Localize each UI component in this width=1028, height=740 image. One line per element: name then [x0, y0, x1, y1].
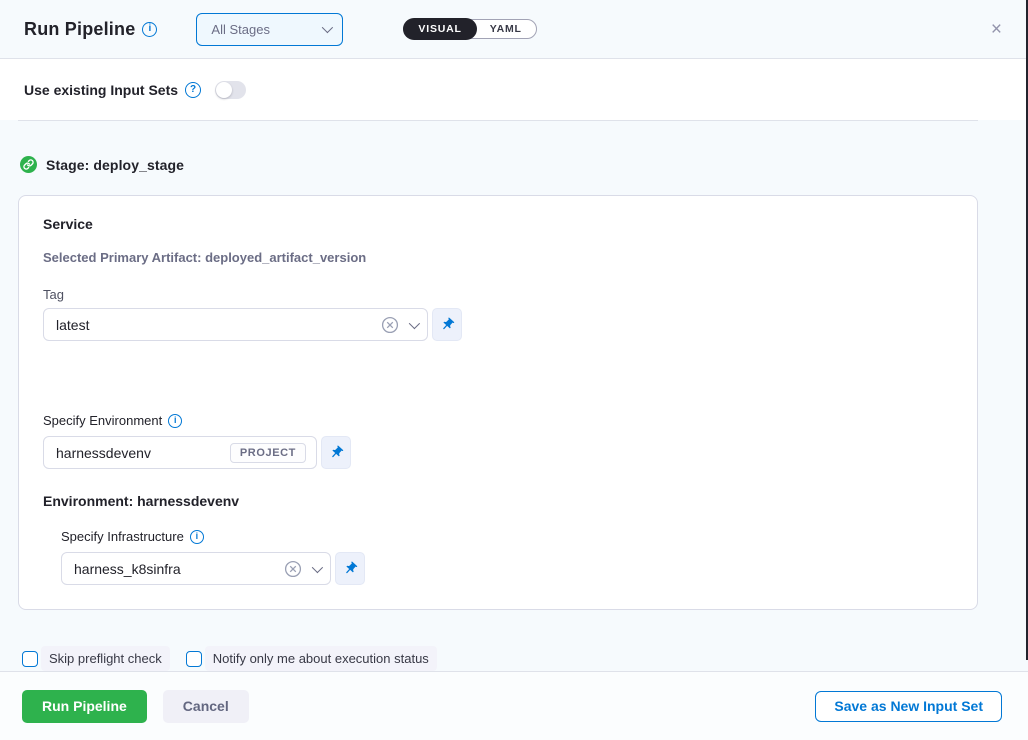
selected-artifact-text: Selected Primary Artifact: deployed_arti… — [43, 250, 953, 265]
stage-select[interactable]: All Stages — [196, 13, 343, 46]
service-title: Service — [43, 216, 953, 232]
environment-input[interactable] — [56, 445, 230, 461]
view-mode-toggle: VISUAL YAML — [403, 19, 536, 39]
save-as-new-input-set-button[interactable]: Save as New Input Set — [815, 691, 1002, 722]
input-sets-label: Use existing Input Sets — [24, 82, 178, 98]
infrastructure-label: Specify Infrastructure — [61, 529, 184, 544]
clear-icon[interactable] — [381, 316, 399, 334]
chevron-down-icon — [322, 22, 333, 33]
infrastructure-input-box — [61, 552, 331, 585]
input-sets-toggle[interactable] — [215, 81, 246, 99]
environment-label: Specify Environment — [43, 413, 162, 428]
tag-label: Tag — [43, 287, 953, 302]
chevron-down-icon[interactable] — [409, 317, 420, 328]
chevron-down-icon[interactable] — [312, 561, 323, 572]
dialog-body: Stage: deploy_stage Service Selected Pri… — [0, 121, 1028, 671]
clear-icon[interactable] — [284, 560, 302, 578]
infrastructure-section: Specify Infrastructure i — [61, 529, 953, 585]
notify-only-me-label: Notify only me about execution status — [205, 646, 437, 671]
tab-visual[interactable]: VISUAL — [403, 18, 476, 40]
input-sets-row: Use existing Input Sets ? — [0, 59, 1028, 120]
service-card: Service Selected Primary Artifact: deplo… — [18, 195, 978, 610]
infrastructure-input[interactable] — [74, 561, 284, 577]
toggle-knob — [216, 82, 232, 98]
page-title: Run Pipeline — [24, 19, 135, 40]
stage-name: Stage: deploy_stage — [46, 157, 184, 173]
deploy-stage-icon — [20, 156, 37, 173]
help-icon[interactable]: ? — [185, 82, 201, 98]
scope-badge: PROJECT — [230, 443, 306, 463]
dialog-header: Run Pipeline i All Stages VISUAL YAML × — [0, 0, 1028, 59]
notify-only-me-checkbox[interactable] — [186, 651, 202, 667]
run-options: Skip preflight check Notify only me abou… — [22, 646, 1028, 671]
tab-yaml[interactable]: YAML — [476, 19, 536, 39]
tag-input[interactable] — [56, 317, 381, 333]
info-icon[interactable]: i — [190, 530, 204, 544]
infrastructure-pin-button[interactable] — [335, 552, 365, 585]
tag-pin-button[interactable] — [432, 308, 462, 341]
close-icon[interactable]: × — [991, 20, 1002, 39]
tag-input-box — [43, 308, 428, 341]
cancel-button[interactable]: Cancel — [163, 690, 249, 723]
environment-pin-button[interactable] — [321, 436, 351, 469]
skip-preflight-label: Skip preflight check — [41, 646, 170, 671]
collapsed-section-spacer — [43, 341, 953, 413]
notify-only-me-option[interactable]: Notify only me about execution status — [186, 646, 437, 671]
info-icon[interactable]: i — [142, 22, 157, 37]
stage-header: Stage: deploy_stage — [20, 156, 1028, 173]
environment-label-row: Specify Environment i — [43, 413, 953, 428]
run-pipeline-button[interactable]: Run Pipeline — [22, 690, 147, 723]
skip-preflight-checkbox[interactable] — [22, 651, 38, 667]
environment-input-box: PROJECT — [43, 436, 317, 469]
environment-heading: Environment: harnessdevenv — [43, 493, 953, 509]
dialog-footer: Run Pipeline Cancel Save as New Input Se… — [0, 671, 1028, 740]
infrastructure-label-row: Specify Infrastructure i — [61, 529, 953, 544]
stage-select-value: All Stages — [211, 22, 322, 37]
skip-preflight-option[interactable]: Skip preflight check — [22, 646, 170, 671]
info-icon[interactable]: i — [168, 414, 182, 428]
